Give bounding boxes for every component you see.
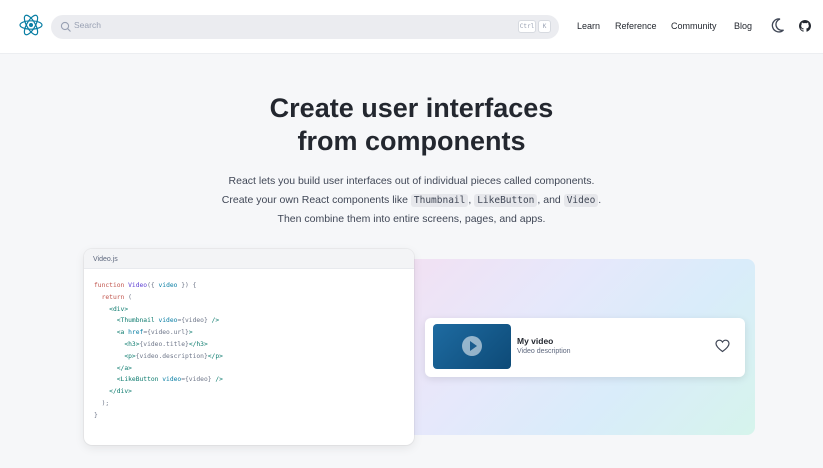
react-logo-icon[interactable] — [19, 13, 43, 37]
dark-mode-moon-icon[interactable] — [771, 17, 785, 33]
shortcut-ctrl-key: Ctrl — [518, 20, 536, 33]
search-placeholder: Search — [74, 20, 101, 30]
hero-subtitle-line-1: React lets you build user interfaces out… — [228, 175, 595, 187]
nav-link-blog[interactable]: Blog — [734, 21, 752, 31]
code-file-tab[interactable]: Video.js — [84, 249, 414, 269]
shortcut-k-key: K — [538, 20, 551, 33]
hero-title-line-1: Create user interfaces — [269, 93, 554, 123]
hero-title: Create user interfaces from components — [0, 92, 823, 158]
hero-subtitle-line-3: Then combine them into entire screens, p… — [277, 213, 546, 225]
search-input[interactable]: Search Ctrl K — [51, 15, 559, 39]
video-description: Video description — [517, 348, 571, 355]
nav-link-community[interactable]: Community — [671, 21, 717, 31]
github-icon[interactable] — [798, 19, 812, 33]
video-thumbnail[interactable] — [433, 324, 511, 369]
code-block: function Video({ video }) { return ( <di… — [94, 282, 223, 419]
code-thumbnail: Thumbnail — [410, 194, 469, 207]
code-video: Video — [563, 194, 599, 207]
play-icon — [470, 341, 477, 351]
code-editor-card: Video.js function Video({ video }) { ret… — [84, 249, 414, 445]
video-title[interactable]: My video — [517, 336, 553, 346]
video-preview-card[interactable]: My video Video description — [425, 318, 745, 377]
top-navbar: Search Ctrl K Learn Reference Community … — [0, 0, 823, 53]
nav-link-learn[interactable]: Learn — [577, 21, 600, 31]
hero-subtitle: React lets you build user interfaces out… — [0, 172, 823, 229]
hero-subtitle-text: Create your own React components like — [221, 194, 411, 206]
hero-title-line-2: from components — [297, 126, 526, 156]
separator-text: , and — [537, 194, 564, 206]
search-icon — [60, 21, 71, 32]
separator-text: . — [598, 194, 602, 206]
hero-subtitle-line-2: Create your own React components like Th… — [0, 191, 823, 210]
nav-link-reference[interactable]: Reference — [615, 21, 657, 31]
heart-like-icon[interactable] — [715, 339, 730, 353]
code-likebutton: LikeButton — [474, 194, 538, 207]
